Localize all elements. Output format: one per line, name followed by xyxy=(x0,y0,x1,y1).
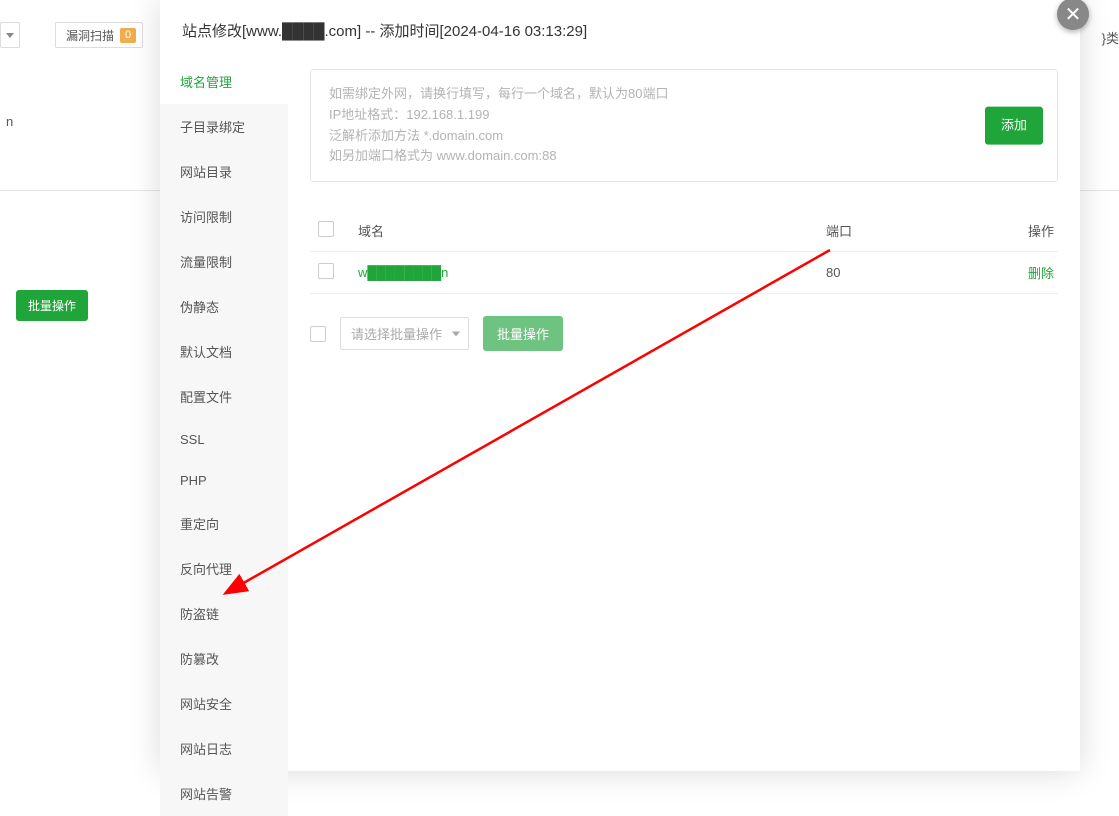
batch-checkbox[interactable] xyxy=(310,326,326,342)
add-button[interactable]: 添加 xyxy=(985,106,1043,145)
header-domain: 域名 xyxy=(350,210,818,252)
sidebar-item-config-file[interactable]: 配置文件 xyxy=(160,374,288,419)
bg-bulk-button[interactable]: 批量操作 xyxy=(16,290,88,321)
sidebar-item-default-doc[interactable]: 默认文档 xyxy=(160,329,288,374)
header-action: 操作 xyxy=(998,210,1058,252)
hint-line-1: 如需绑定外网，请换行填写，每行一个域名，默认为80端口 xyxy=(329,84,1039,105)
vuln-scan-button[interactable]: 漏洞扫描 0 xyxy=(55,22,143,48)
bg-category-text: }类 xyxy=(1102,28,1119,47)
table-row: w████████n 80 删除 xyxy=(310,252,1058,294)
sidebar-item-site-dir[interactable]: 网站目录 xyxy=(160,149,288,194)
bg-dropdown[interactable] xyxy=(0,22,20,48)
bg-letter: n xyxy=(6,114,13,129)
sidebar-item-rewrite[interactable]: 伪静态 xyxy=(160,284,288,329)
batch-action-button[interactable]: 批量操作 xyxy=(483,316,563,351)
sidebar-item-ssl[interactable]: SSL xyxy=(160,419,288,460)
port-cell: 80 xyxy=(818,252,998,294)
domain-table: 域名 端口 操作 w████████n 80 删除 xyxy=(310,210,1058,294)
sidebar-item-antileech[interactable]: 防盗链 xyxy=(160,591,288,636)
domain-cell[interactable]: w████████n xyxy=(358,265,448,280)
header-port: 端口 xyxy=(818,210,998,252)
sidebar-item-access-limit[interactable]: 访问限制 xyxy=(160,194,288,239)
sidebar-item-site-log[interactable]: 网站日志 xyxy=(160,726,288,771)
sidebar-item-redirect[interactable]: 重定向 xyxy=(160,501,288,546)
batch-select[interactable]: 请选择批量操作 xyxy=(340,317,469,350)
hint-box[interactable]: 如需绑定外网，请换行填写，每行一个域名，默认为80端口 IP地址格式：192.1… xyxy=(310,69,1058,182)
sidebar-item-site-security[interactable]: 网站安全 xyxy=(160,681,288,726)
batch-row: 请选择批量操作 批量操作 xyxy=(310,316,1058,351)
modal: 站点修改[www.████.com] -- 添加时间[2024-04-16 03… xyxy=(160,0,1080,771)
sidebar-item-tamper-proof[interactable]: 防篡改 xyxy=(160,636,288,681)
sidebar-item-php[interactable]: PHP xyxy=(160,460,288,501)
hint-line-2: IP地址格式：192.168.1.199 xyxy=(329,105,1039,126)
hint-line-3: 泛解析添加方法 *.domain.com xyxy=(329,126,1039,147)
sidebar-item-traffic-limit[interactable]: 流量限制 xyxy=(160,239,288,284)
sidebar-item-subdir-bind[interactable]: 子目录绑定 xyxy=(160,104,288,149)
delete-link[interactable]: 删除 xyxy=(1028,266,1054,281)
hint-line-4: 如另加端口格式为 www.domain.com:88 xyxy=(329,146,1039,167)
sidebar-item-reverse-proxy[interactable]: 反向代理 xyxy=(160,546,288,591)
sidebar: 域名管理 子目录绑定 网站目录 访问限制 流量限制 伪静态 默认文档 配置文件 … xyxy=(160,59,288,772)
sidebar-item-site-alert[interactable]: 网站告警 xyxy=(160,771,288,816)
content-area: 如需绑定外网，请换行填写，每行一个域名，默认为80端口 IP地址格式：192.1… xyxy=(288,59,1080,772)
vuln-scan-badge: 0 xyxy=(120,28,136,43)
row-checkbox[interactable] xyxy=(318,263,334,279)
sidebar-item-domain-mgmt[interactable]: 域名管理 xyxy=(160,59,288,104)
modal-title: 站点修改[www.████.com] -- 添加时间[2024-04-16 03… xyxy=(160,0,1080,59)
header-checkbox[interactable] xyxy=(318,221,334,237)
vuln-scan-label: 漏洞扫描 xyxy=(66,27,114,44)
